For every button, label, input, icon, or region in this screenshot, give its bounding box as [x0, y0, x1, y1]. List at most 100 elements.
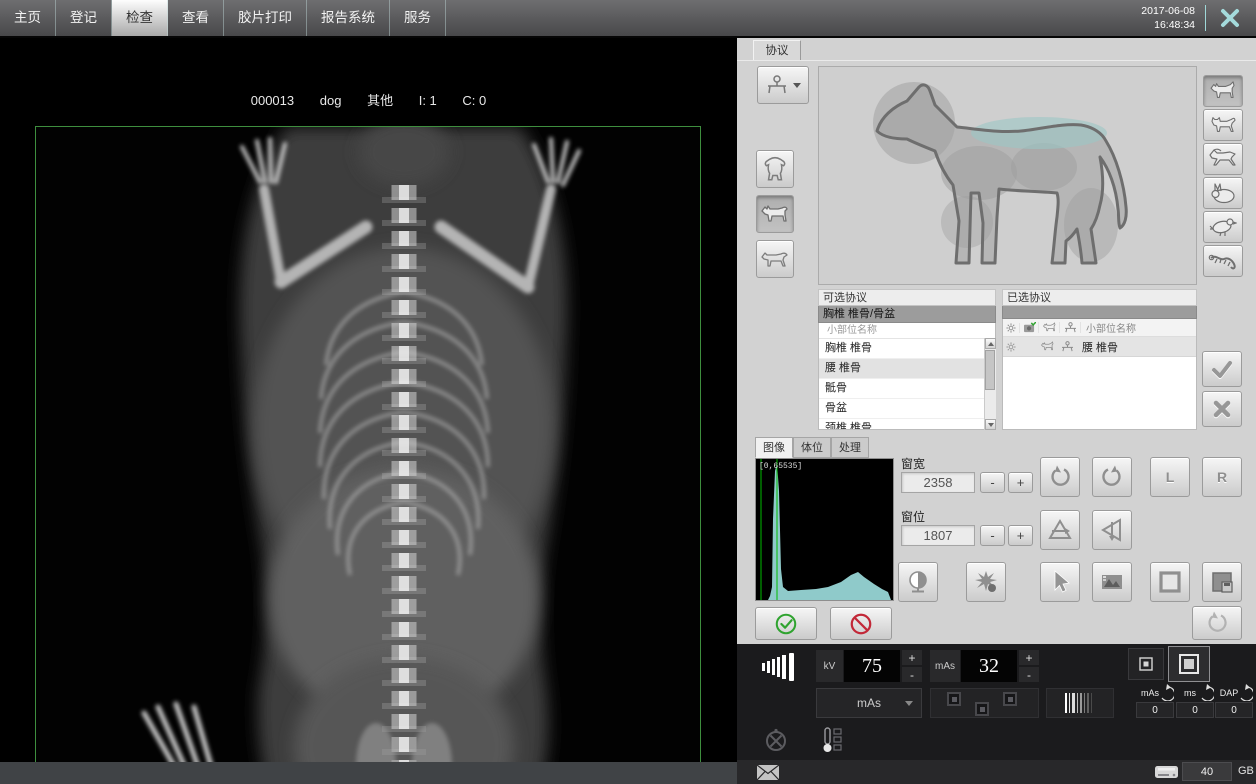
region-abdomen[interactable]	[1011, 143, 1077, 191]
protocol-item-thoracic[interactable]: 胸椎 椎骨	[819, 339, 995, 359]
dog-anatomy-diagram[interactable]	[818, 66, 1197, 285]
menu-register[interactable]: 登记	[56, 0, 112, 36]
available-protocols-category[interactable]: 胸椎 椎骨/骨盆	[818, 306, 996, 323]
kv-increase-button[interactable]: +	[902, 650, 922, 665]
marker-left-button[interactable]: L	[1150, 457, 1190, 497]
scrollbar-thumb[interactable]	[985, 350, 995, 390]
species-horse-button[interactable]	[1203, 143, 1243, 175]
scroll-down-icon[interactable]	[985, 419, 996, 430]
select-cursor-button[interactable]	[1040, 562, 1080, 602]
check-icon	[1210, 359, 1234, 379]
window-level-label: 窗位	[901, 508, 925, 525]
species-cat-button[interactable]	[1203, 109, 1243, 141]
pose-lateral-view-button[interactable]	[756, 195, 794, 233]
mas-decrease-button[interactable]: -	[1019, 667, 1039, 682]
aec-chamber-left-button[interactable]	[947, 692, 961, 706]
reject-icon	[849, 612, 873, 636]
flip-horizontal-button[interactable]	[1092, 510, 1132, 550]
window-level-increase-button[interactable]: +	[1008, 525, 1033, 546]
focus-small-button[interactable]	[1128, 648, 1164, 680]
aec-chamber-selector	[930, 688, 1039, 718]
region-forelimb[interactable]	[941, 196, 993, 248]
exposure-mode-dropdown[interactable]: mAs	[816, 688, 922, 718]
species-rabbit-button[interactable]	[1203, 177, 1243, 209]
histogram-range-label: [0,65535]	[759, 462, 802, 471]
window-width-label: 窗宽	[901, 455, 925, 472]
message-envelope-icon[interactable]	[757, 765, 779, 780]
tab-protocol[interactable]: 协议	[753, 40, 801, 61]
rotate-ccw-button[interactable]	[1040, 457, 1080, 497]
confirm-protocol-button[interactable]	[1202, 351, 1242, 387]
selected-region-highlight[interactable]	[971, 117, 1107, 149]
pose-standing-view-button[interactable]	[756, 240, 794, 278]
aec-chamber-center-button[interactable]	[975, 702, 989, 716]
species-dog-button[interactable]	[1203, 75, 1243, 107]
sharpen-star-icon	[973, 569, 999, 595]
histogram-graphic: [0,65535]	[756, 459, 893, 600]
mas-increase-button[interactable]: +	[1019, 650, 1039, 665]
marker-right-button[interactable]: R	[1202, 457, 1242, 497]
selected-protocols-category-bar	[1002, 306, 1197, 319]
sharpen-button[interactable]	[966, 562, 1006, 602]
positioning-table-button[interactable]	[757, 66, 809, 104]
kv-decrease-button[interactable]: -	[902, 667, 922, 682]
mas-result-value: 0	[1136, 702, 1174, 718]
patient-species: 其他	[367, 93, 393, 108]
window-width-value[interactable]: 2358	[901, 472, 975, 493]
menu-home[interactable]: 主页	[0, 0, 56, 36]
reset-button[interactable]	[1192, 606, 1242, 640]
accept-image-button[interactable]	[755, 607, 817, 640]
collimator-lamp-icon[interactable]	[764, 727, 788, 753]
available-protocols-title: 可选协议	[818, 289, 996, 306]
top-menu-bar: 主页 登记 检查 查看 胶片打印 报告系统 服务 2017-06-08 16:4…	[0, 0, 1256, 36]
region-hindlimb[interactable]	[1064, 188, 1118, 262]
selected-protocol-row[interactable]: 腰 椎骨	[1003, 337, 1196, 357]
temperature-status-icon	[822, 726, 844, 754]
save-area-button[interactable]	[1202, 562, 1242, 602]
available-list-scrollbar[interactable]	[984, 338, 996, 430]
histogram-panel[interactable]: [0,65535]	[755, 458, 894, 601]
species-reptile-button[interactable]	[1203, 245, 1243, 277]
collimation-area-button[interactable]	[1150, 562, 1190, 602]
kv-value[interactable]: 75	[844, 650, 900, 682]
tab-process[interactable]: 处理	[831, 437, 869, 458]
menu-report-system[interactable]: 报告系统	[307, 0, 390, 36]
aec-chamber-right-button[interactable]	[1003, 692, 1017, 706]
species-bird-button[interactable]	[1203, 211, 1243, 243]
rotate-cw-button[interactable]	[1092, 457, 1132, 497]
protocol-item-cervical[interactable]: 颈椎 椎骨	[819, 419, 995, 430]
mas-value[interactable]: 32	[961, 650, 1017, 682]
menu-service[interactable]: 服务	[390, 0, 446, 36]
protocol-item-sacrum[interactable]: 骶骨	[819, 379, 995, 399]
image-enhance-button[interactable]	[1092, 562, 1132, 602]
cat-icon	[1208, 114, 1238, 136]
protocol-item-lumbar[interactable]: 腰 椎骨	[819, 359, 995, 379]
kv-label: kV	[816, 650, 843, 682]
menu-view[interactable]: 查看	[168, 0, 224, 36]
gear-icon	[1003, 342, 1019, 352]
barcode-button[interactable]	[1046, 688, 1114, 718]
contrast-adjust-button[interactable]	[898, 562, 938, 602]
protocol-item-pelvis[interactable]: 骨盆	[819, 399, 995, 419]
exposure-check-icon	[1020, 322, 1039, 333]
tab-position[interactable]: 体位	[793, 437, 831, 458]
scroll-up-icon[interactable]	[985, 338, 996, 349]
marker-right-label: R	[1217, 469, 1227, 485]
window-level-decrease-button[interactable]: -	[980, 525, 1005, 546]
reject-image-button[interactable]	[830, 607, 892, 640]
window-width-decrease-button[interactable]: -	[980, 472, 1005, 493]
remove-protocol-button[interactable]	[1202, 391, 1242, 427]
window-width-increase-button[interactable]: +	[1008, 472, 1033, 493]
menu-exam[interactable]: 检查	[112, 0, 168, 36]
pose-front-view-button[interactable]	[756, 150, 794, 188]
focus-large-button[interactable]	[1168, 646, 1210, 682]
close-app-button[interactable]	[1218, 6, 1242, 30]
vet-xray-workstation: 主页 登记 检查 查看 胶片打印 报告系统 服务 2017-06-08 16:4…	[0, 0, 1256, 784]
flip-vertical-button[interactable]	[1040, 510, 1080, 550]
tab-image[interactable]: 图像	[755, 437, 793, 458]
xray-image[interactable]	[35, 126, 701, 784]
mas-label: mAs	[930, 650, 960, 682]
window-level-value[interactable]: 1807	[901, 525, 975, 546]
menu-film-print[interactable]: 胶片打印	[224, 0, 307, 36]
dog-lateral-pose-icon	[760, 202, 790, 226]
